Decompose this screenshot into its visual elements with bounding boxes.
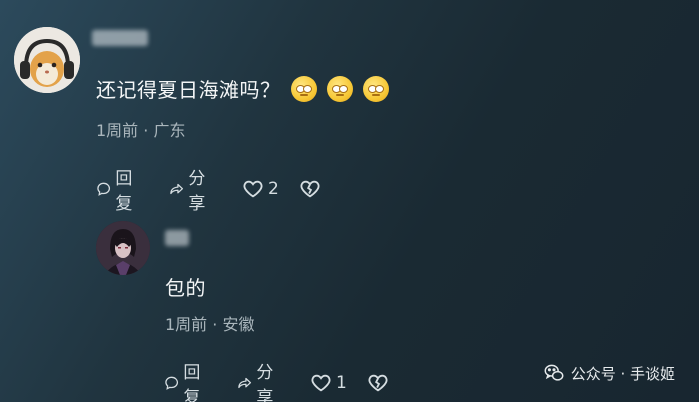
like-count: 1 [336,373,347,393]
share-button[interactable]: 分享 [237,358,280,402]
dislike-button[interactable] [367,372,389,394]
comment-location: 安徽 [222,315,255,334]
eye-roll-emoji-icon [362,75,389,102]
eye-roll-emoji-icon [326,75,353,102]
comment-meta: 1周前 · 安徽 [165,311,254,335]
broken-heart-icon [368,374,388,392]
comment-actions: 回复 分享 1 [164,358,419,402]
comment-location: 广东 [153,121,186,140]
share-arrow-icon [238,377,252,389]
reply-bubble-icon [165,376,179,390]
eye-roll-emoji-icon [290,75,317,102]
broken-heart-icon [300,180,320,198]
comment-time: 1周前 [96,121,139,140]
like-count: 2 [268,179,279,199]
comment-actions: 回复 分享 2 [96,164,351,214]
heart-icon [311,374,331,392]
comment-time: 1周前 [165,315,208,334]
meta-separator: · [212,315,218,334]
like-button[interactable]: 2 [242,178,279,200]
avatar-cat-headphones[interactable] [14,27,80,93]
username-blurred[interactable] [165,230,189,248]
avatar-dark-character[interactable] [96,221,150,275]
watermark: 公众号 · 手谈姬 [543,362,675,384]
meta-separator: · [143,121,149,140]
share-arrow-icon [170,183,184,195]
comment-meta: 1周前 · 广东 [96,117,185,141]
comment-text: 还记得夏日海滩吗？ [96,74,389,103]
like-button[interactable]: 1 [310,372,347,394]
wechat-icon [544,364,564,381]
reply-button[interactable]: 回复 [96,164,139,214]
comment-text-content: 包的 [165,276,206,300]
reply-button[interactable]: 回复 [164,358,207,402]
comment-text-content: 还记得夏日海滩吗？ [96,78,281,102]
share-label: 分享 [188,169,206,214]
reply-bubble-icon [97,182,111,196]
reply-label: 回复 [115,169,133,214]
heart-icon [243,180,263,198]
share-button[interactable]: 分享 [169,164,212,214]
username-blurred[interactable] [92,30,148,48]
dislike-button[interactable] [299,178,321,200]
watermark-text: 公众号 · 手谈姬 [570,364,675,383]
share-label: 分享 [256,363,274,402]
comment-text: 包的 [165,272,206,301]
reply-label: 回复 [183,363,201,402]
